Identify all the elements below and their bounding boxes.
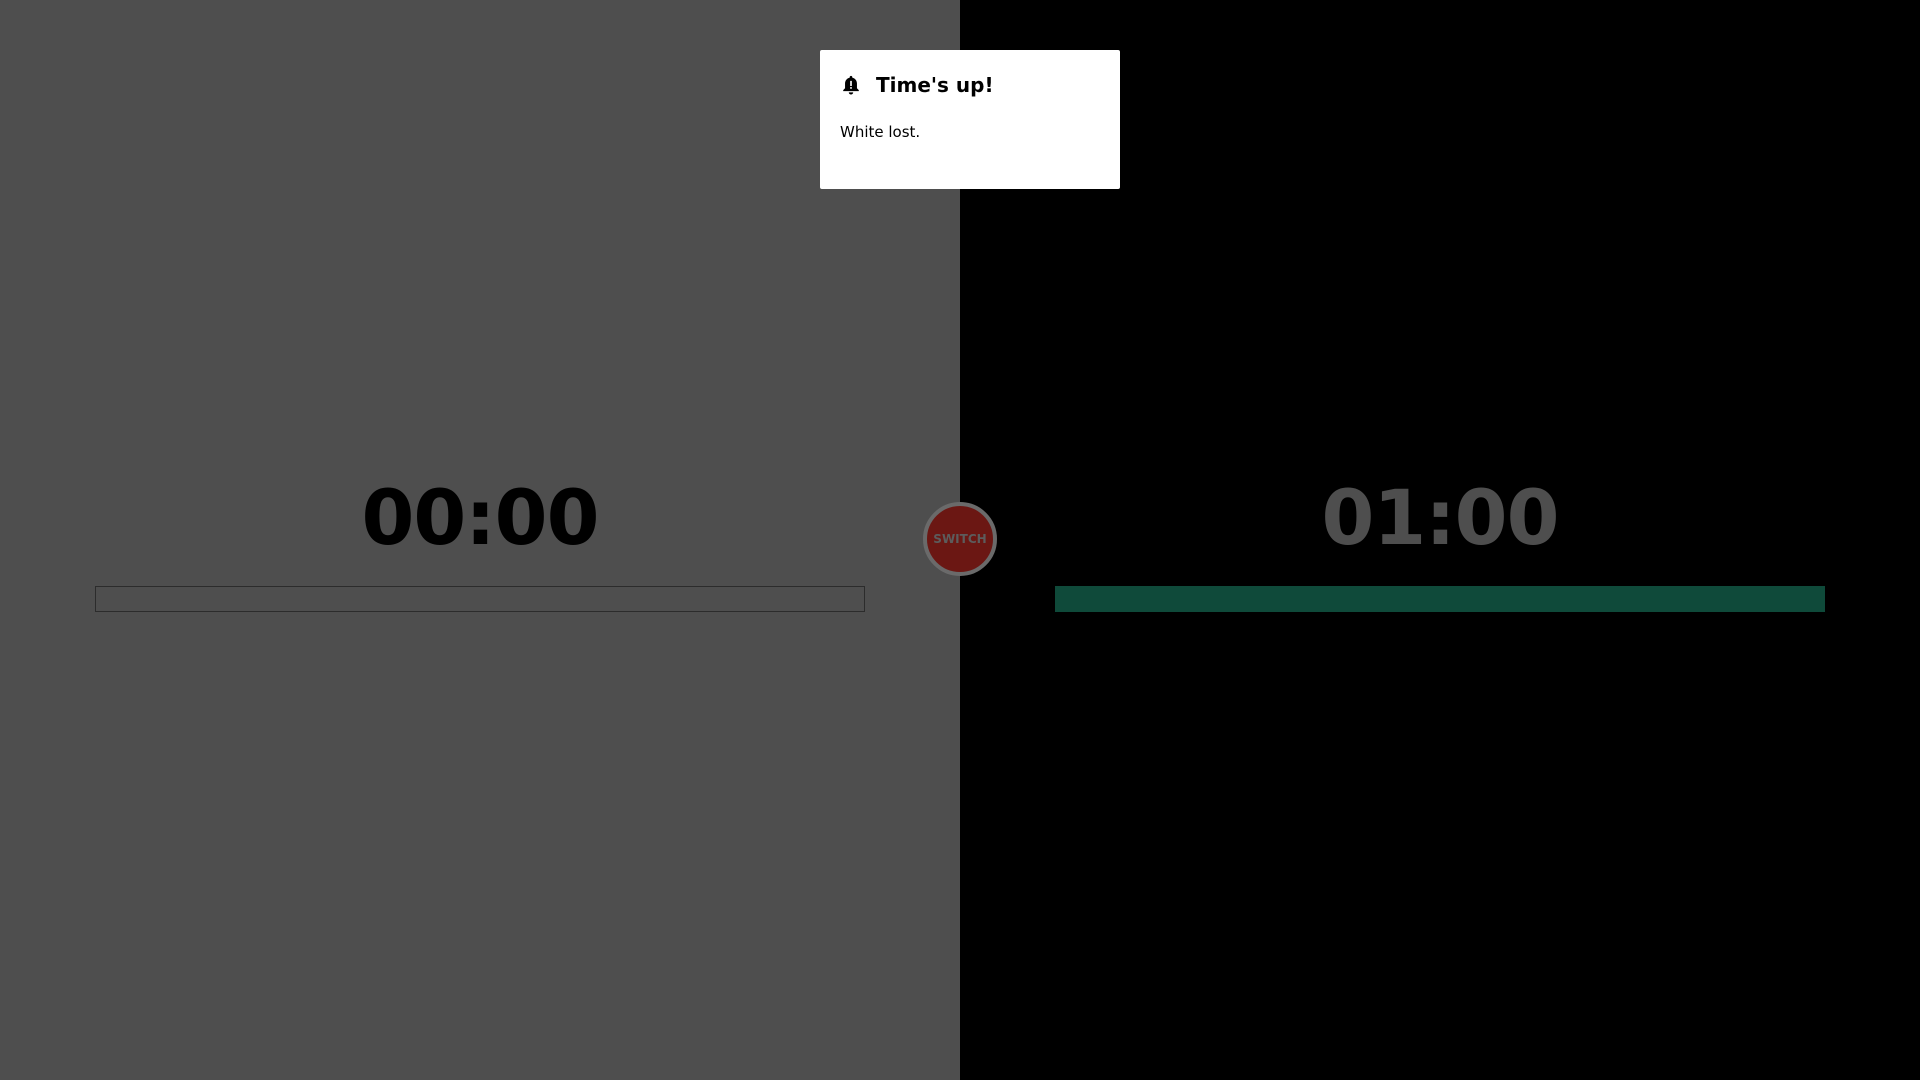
bell-alert-icon bbox=[843, 75, 859, 95]
times-up-dialog: Time's up! White lost. bbox=[820, 50, 1120, 189]
white-time-progress-bar bbox=[95, 586, 865, 612]
black-time-progress-fill bbox=[1055, 586, 1825, 612]
white-player-panel[interactable]: 00:00 bbox=[0, 0, 960, 1080]
black-time-progress-bar bbox=[1055, 586, 1825, 612]
dialog-title: Time's up! bbox=[876, 73, 994, 97]
chess-clock-app: 00:00 01:00 SWITCH Time's up! White lost… bbox=[0, 0, 1920, 1080]
white-clock-time: 00:00 bbox=[361, 473, 600, 562]
black-clock-time: 01:00 bbox=[1321, 473, 1560, 562]
dialog-header: Time's up! bbox=[840, 70, 1100, 100]
dialog-message: White lost. bbox=[840, 123, 921, 141]
switch-button[interactable]: SWITCH bbox=[923, 502, 997, 576]
